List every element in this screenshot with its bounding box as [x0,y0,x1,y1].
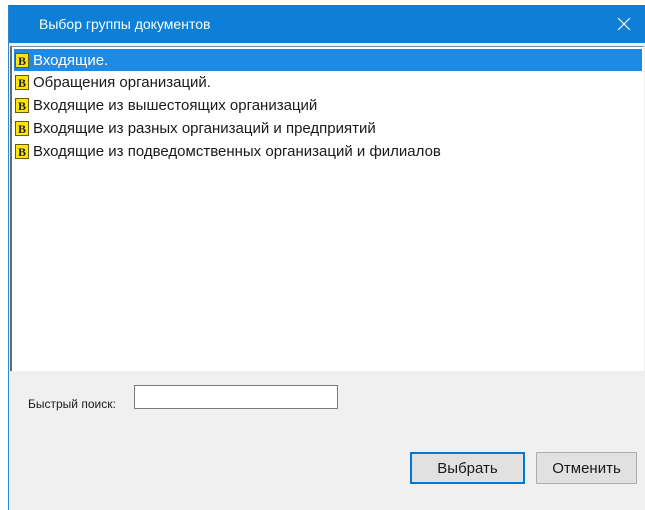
svg-text:В: В [18,76,26,90]
list-item-label: Входящие из подведомственных организаций… [33,142,441,160]
list-item[interactable]: В Обращения организаций. [14,71,642,93]
list-item-label: Входящие из вышестоящих организаций [33,96,318,114]
svg-text:В: В [18,145,26,159]
list-item-label: Обращения организаций. [33,73,211,91]
list-item-label: Входящие из разных организаций и предпри… [33,119,376,137]
list-item[interactable]: В Входящие из вышестоящих организаций [14,94,642,116]
list-item[interactable]: В Входящие из разных организаций и предп… [14,117,642,139]
document-group-icon: В [15,97,29,113]
document-group-icon: В [15,120,29,136]
list-item[interactable]: В Входящие. [14,49,642,71]
dialog-window: Выбор группы документов В Входящие. В Об… [8,5,645,510]
list-item-label: Входящие. [33,51,109,69]
window-title: Выбор группы документов [39,16,211,32]
svg-text:В: В [18,99,26,113]
svg-text:В: В [18,122,26,136]
document-group-icon: В [15,143,29,159]
title-bar[interactable]: Выбор группы документов [9,5,645,43]
select-button[interactable]: Выбрать [410,452,525,484]
quick-search-label: Быстрый поиск: [28,397,116,411]
document-group-icon: В [15,74,29,90]
cancel-button[interactable]: Отменить [536,452,637,484]
quick-search-input[interactable] [134,385,338,409]
svg-text:В: В [18,54,26,68]
close-icon[interactable] [611,11,637,37]
document-group-icon: В [15,52,29,68]
list-item[interactable]: В Входящие из подведомственных организац… [14,140,642,162]
document-group-list[interactable]: В Входящие. В Обращения организаций. В В… [10,46,644,371]
